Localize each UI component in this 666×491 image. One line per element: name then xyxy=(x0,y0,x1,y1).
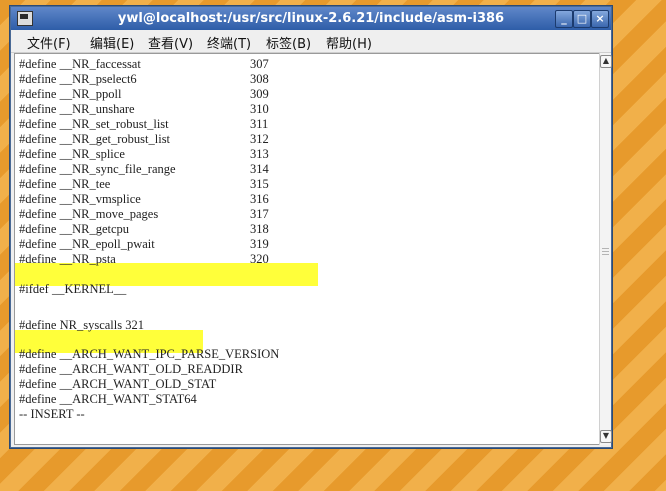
terminal-line: #define __NR_vmsplice 316 xyxy=(19,192,269,207)
menu-bar: 文件(F) 编辑(E) 查看(V) 终端(T) 标签(B) 帮助(H) xyxy=(11,30,611,53)
line-text: #define NR_syscalls 321 xyxy=(19,318,144,332)
line-number-value: 320 xyxy=(250,252,269,266)
line-number-value: 307 xyxy=(250,57,269,71)
terminal-line: #define NR_syscalls 321 xyxy=(19,318,144,333)
line-number-value: 309 xyxy=(250,87,269,101)
line-text: #define __NR_pselect6 xyxy=(19,72,137,86)
line-text: #define __NR_epoll_pwait xyxy=(19,237,155,251)
line-text: #define __ARCH_WANT_OLD_STAT xyxy=(19,377,217,391)
line-text: #define __ARCH_WANT_OLD_READDIR xyxy=(19,362,243,376)
close-button[interactable]: × xyxy=(591,10,609,28)
menu-help[interactable]: 帮助(H) xyxy=(326,33,372,52)
line-text: #define __NR_faccessat xyxy=(19,57,141,71)
line-number-value: 317 xyxy=(250,207,269,221)
terminal-line: #ifdef __KERNEL__ xyxy=(19,282,126,297)
terminal-line: -- INSERT -- xyxy=(19,407,85,422)
terminal-line: #define __NR_pselect6 308 xyxy=(19,72,269,87)
scroll-down-button[interactable]: ▼ xyxy=(600,430,612,443)
terminal-line: #define __NR_splice 313 xyxy=(19,147,269,162)
terminal-line: #define __NR_get_robust_list 312 xyxy=(19,132,269,147)
line-number-value: 318 xyxy=(250,222,269,236)
menu-view[interactable]: 查看(V) xyxy=(148,33,193,52)
line-number-value: 310 xyxy=(250,102,269,116)
line-text: #define __NR_psta xyxy=(19,252,116,266)
scroll-grip[interactable] xyxy=(602,248,609,249)
line-text: #define __NR_tee xyxy=(19,177,111,191)
terminal-line: #define __NR_ppoll 309 xyxy=(19,87,269,102)
terminal-line: #define __NR_getcpu 318 xyxy=(19,222,269,237)
line-text: #define __NR_vmsplice xyxy=(19,192,141,206)
terminal-line: #define __NR_epoll_pwait 319 xyxy=(19,237,269,252)
line-text: #define __NR_unshare xyxy=(19,102,135,116)
line-text: #define __NR_move_pages xyxy=(19,207,159,221)
terminal-line: #define __ARCH_WANT_OLD_READDIR xyxy=(19,362,243,377)
terminal-line: #define __NR_tee 315 xyxy=(19,177,269,192)
terminal-window: ywl@localhost:/usr/src/linux-2.6.21/incl… xyxy=(10,6,612,448)
line-number-value: 313 xyxy=(250,147,269,161)
minimize-button[interactable]: _ xyxy=(555,10,573,28)
window-title: ywl@localhost:/usr/src/linux-2.6.21/incl… xyxy=(117,11,505,26)
terminal-line: #define __ARCH_WANT_IPC_PARSE_VERSION xyxy=(19,347,279,362)
terminal-line: #define __NR_faccessat 307 xyxy=(19,57,269,72)
line-text: #define __NR_splice xyxy=(19,147,125,161)
line-text: #ifdef __KERNEL__ xyxy=(19,282,127,296)
line-text: #define __ARCH_WANT_IPC_PARSE_VERSION xyxy=(19,347,280,361)
terminal-line: #define __NR_psta 320 xyxy=(19,252,269,267)
line-text: #define __ARCH_WANT_STAT64 xyxy=(19,392,197,406)
line-text: #define __NR_getcpu xyxy=(19,222,130,236)
line-text: #define __NR_ppoll xyxy=(19,87,122,101)
menu-file[interactable]: 文件(F) xyxy=(27,33,71,52)
line-text: #define __NR_sync_file_range xyxy=(19,162,176,176)
terminal-line: #define __NR_move_pages 317 xyxy=(19,207,269,222)
line-number-value: 308 xyxy=(250,72,269,86)
menu-tabs[interactable]: 标签(B) xyxy=(266,33,311,52)
terminal-line: #define __NR_set_robust_list 311 xyxy=(19,117,268,132)
menu-edit[interactable]: 编辑(E) xyxy=(90,33,134,52)
scroll-grip-line xyxy=(602,254,609,255)
line-number-value: 312 xyxy=(250,132,269,146)
scroll-grip-line xyxy=(602,251,609,252)
scroll-up-button[interactable]: ▲ xyxy=(600,55,612,68)
terminal-content[interactable]: #define __NR_faccessat 307 #define __NR_ps… xyxy=(14,53,600,445)
line-number-value: 316 xyxy=(250,192,269,206)
line-text: -- INSERT -- xyxy=(19,407,85,421)
line-number-value: 315 xyxy=(250,177,269,191)
menu-terminal[interactable]: 终端(T) xyxy=(207,33,251,52)
title-bar[interactable]: ywl@localhost:/usr/src/linux-2.6.21/incl… xyxy=(11,7,611,30)
line-number-value: 314 xyxy=(250,162,269,176)
line-number-value: 311 xyxy=(250,117,269,131)
terminal-line: #define __NR_sync_file_range 314 xyxy=(19,162,269,177)
terminal-line: #define __ARCH_WANT_OLD_STAT xyxy=(19,377,216,392)
scrollbar[interactable]: ▲ ▼ xyxy=(599,53,612,445)
maximize-button[interactable]: □ xyxy=(573,10,591,28)
line-number-value: 319 xyxy=(250,237,269,251)
line-text: #define __NR_set_robust_list xyxy=(19,117,169,131)
terminal-line: #define __NR_unshare 310 xyxy=(19,102,269,117)
line-text: #define __NR_get_robust_list xyxy=(19,132,171,146)
terminal-line: #define __ARCH_WANT_STAT64 xyxy=(19,392,197,407)
